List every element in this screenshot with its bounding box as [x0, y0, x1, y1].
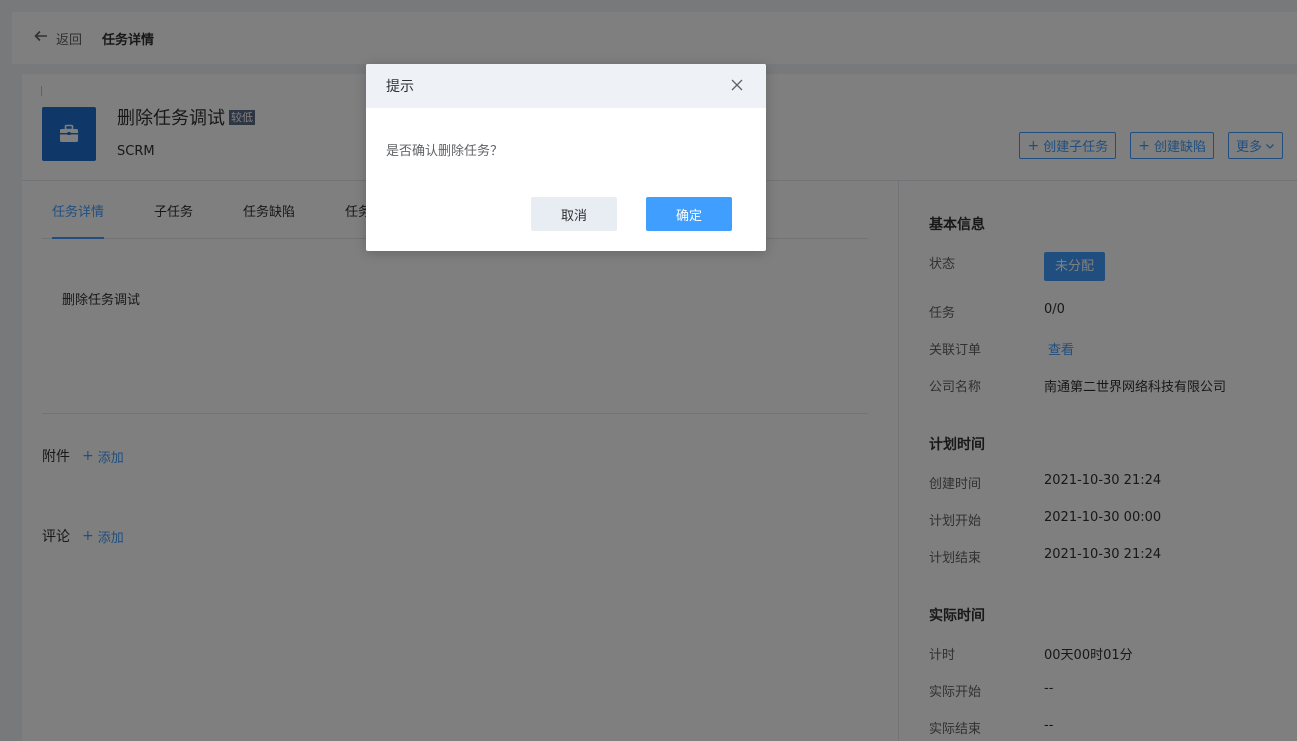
- dialog-title: 提示: [386, 79, 414, 95]
- dialog-message: 是否确认删除任务？: [386, 144, 504, 159]
- dialog-header: 提示: [366, 64, 766, 108]
- confirm-button[interactable]: 确定: [646, 197, 732, 231]
- cancel-button[interactable]: 取消: [531, 197, 617, 231]
- confirm-dialog: 提示 是否确认删除任务？ 取消 确定: [366, 64, 766, 251]
- close-icon[interactable]: [728, 76, 746, 94]
- dialog-actions: 取消 确定: [531, 197, 732, 231]
